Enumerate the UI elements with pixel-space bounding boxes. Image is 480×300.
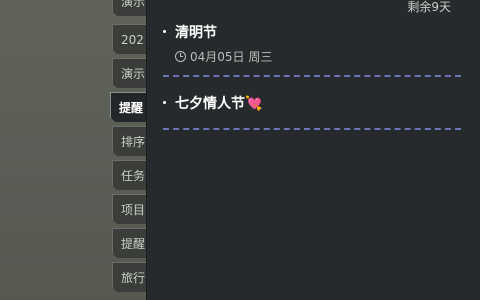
bullet-icon xyxy=(163,101,166,104)
tab-label: 项目 xyxy=(121,203,146,217)
tab-label: 提醒 xyxy=(119,101,144,115)
tab-reminder-active[interactable]: 提醒 xyxy=(110,92,148,122)
reminder-item[interactable]: 七夕情人节💘 xyxy=(163,93,461,115)
tab-label: 202 xyxy=(121,33,144,47)
bullet-icon xyxy=(163,30,166,33)
tab-reminder-2[interactable]: 提醒 xyxy=(112,228,148,258)
tab-travel[interactable]: 旅行 xyxy=(112,262,148,292)
tab-label: 任务 xyxy=(121,169,146,183)
tab-label: 提醒 xyxy=(121,237,146,251)
dashed-divider xyxy=(163,75,461,77)
days-remaining-label: 剩余9天 xyxy=(407,0,451,14)
reminder-panel: 剩余9天 清明节 04月05日 周三 七夕情人节💘 xyxy=(146,0,480,300)
tab-label: 排序 xyxy=(121,135,146,149)
tab-demo-2[interactable]: 演示 xyxy=(112,58,148,88)
reminder-title: 七夕情人节💘 xyxy=(175,96,263,112)
reminder-date: 04月05日 周三 xyxy=(190,50,273,64)
tab-label: 演示 xyxy=(121,67,146,81)
tab-2023[interactable]: 202 xyxy=(112,24,148,54)
tab-sort[interactable]: 排序 xyxy=(112,126,148,156)
reminder-item[interactable]: 清明节 04月05日 周三 xyxy=(163,22,461,66)
tab-tasks[interactable]: 任务 xyxy=(112,160,148,190)
tab-projects[interactable]: 项目 xyxy=(112,194,148,224)
reminder-title: 清明节 xyxy=(175,25,217,41)
category-tab-bar: 演示 202 演示 提醒 排序 任务 项目 提醒 旅行 xyxy=(110,0,148,300)
tab-label: 演示 xyxy=(121,0,146,9)
dashed-divider xyxy=(163,128,461,130)
tab-demo-1[interactable]: 演示 xyxy=(112,0,148,16)
clock-icon xyxy=(175,51,186,62)
reminder-date-row: 04月05日 周三 xyxy=(175,48,272,65)
tab-label: 旅行 xyxy=(121,271,146,285)
